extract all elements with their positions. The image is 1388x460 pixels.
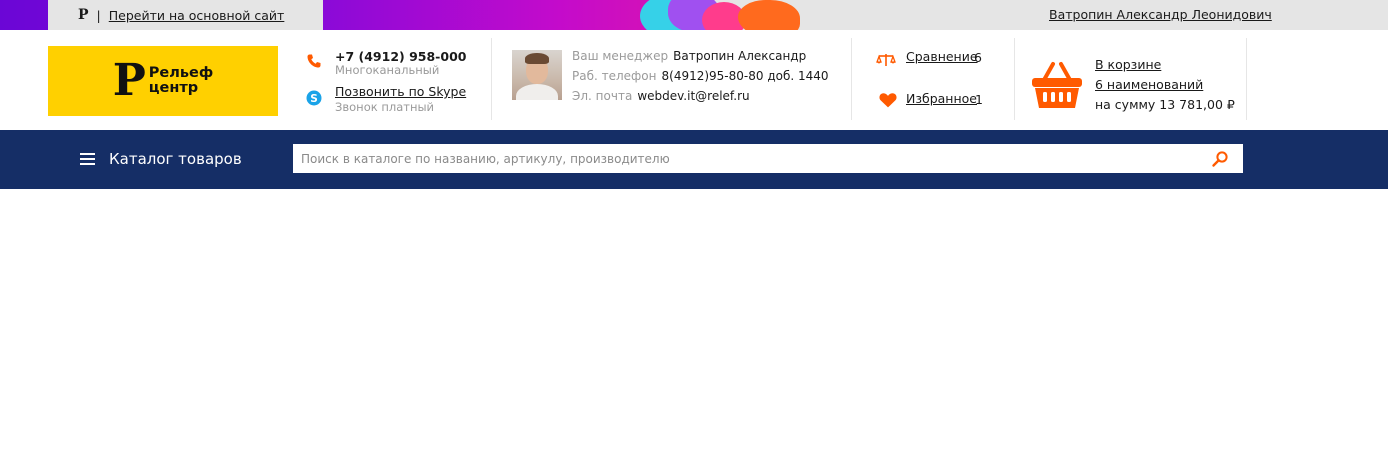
phone-number[interactable]: +7 (4912) 958-000 xyxy=(335,49,466,64)
divider xyxy=(851,38,852,120)
logo-line-1: Рельеф xyxy=(148,65,214,81)
heart-icon xyxy=(879,93,897,108)
search-icon[interactable] xyxy=(1211,150,1229,168)
phone-icon xyxy=(307,54,321,68)
logo-line-2: центр xyxy=(148,80,199,96)
favorites-link[interactable]: Избранное xyxy=(906,91,977,106)
manager-name: Ватропин Александр xyxy=(673,49,807,63)
logo-text: Рельеф центр xyxy=(149,66,213,96)
manager-avatar xyxy=(512,50,562,100)
main-site-link[interactable]: Перейти на основной сайт xyxy=(109,8,285,23)
divider xyxy=(1246,38,1247,120)
separator: | xyxy=(96,7,101,23)
logo-mark: Р xyxy=(112,55,146,106)
menu-icon[interactable] xyxy=(80,153,95,165)
svg-text:S: S xyxy=(310,93,318,105)
manager-label: Ваш менеджер xyxy=(572,49,669,63)
manager-email[interactable]: webdev.it@relef.ru xyxy=(637,89,749,103)
divider xyxy=(1014,38,1015,120)
divider xyxy=(491,38,492,120)
manager-phone-label: Раб. телефон xyxy=(572,69,657,83)
favorites-count: 1 xyxy=(975,92,983,107)
skype-call-link[interactable]: Позвонить по Skype xyxy=(335,84,466,99)
main-site-bar: Р | Перейти на основной сайт xyxy=(48,0,323,30)
scales-icon xyxy=(876,54,896,66)
mini-logo-icon: Р xyxy=(78,7,89,23)
manager-name-row: Ваш менеджер Ватропин Александр xyxy=(572,49,806,63)
top-strip: Р | Перейти на основной сайт Ватропин Ал… xyxy=(0,0,1388,30)
cart-link[interactable]: В корзине xyxy=(1095,57,1161,72)
basket-icon[interactable] xyxy=(1031,60,1083,110)
manager-phone: 8(4912)95-80-80 доб. 1440 xyxy=(661,69,829,83)
user-name-link[interactable]: Ватропин Александр Леонидович xyxy=(1049,7,1272,22)
compare-link[interactable]: Сравнение xyxy=(906,49,978,64)
site-logo[interactable]: Р Рельеф центр xyxy=(48,46,278,116)
cart-total: на сумму 13 781,00 ₽ xyxy=(1095,97,1235,112)
catalog-button[interactable]: Каталог товаров xyxy=(109,150,242,168)
compare-count: 6 xyxy=(974,50,982,65)
decorative-blob xyxy=(738,0,800,30)
manager-email-row: Эл. почта webdev.it@relef.ru xyxy=(572,89,750,103)
search-input[interactable] xyxy=(293,144,1243,173)
manager-email-label: Эл. почта xyxy=(572,89,633,103)
cart-items-link[interactable]: 6 наименований xyxy=(1095,77,1203,92)
manager-phone-row: Раб. телефон 8(4912)95-80-80 доб. 1440 xyxy=(572,69,829,83)
skype-icon: S xyxy=(306,90,322,106)
skype-note: Звонок платный xyxy=(335,100,435,114)
phone-note: Многоканальный xyxy=(335,63,440,77)
